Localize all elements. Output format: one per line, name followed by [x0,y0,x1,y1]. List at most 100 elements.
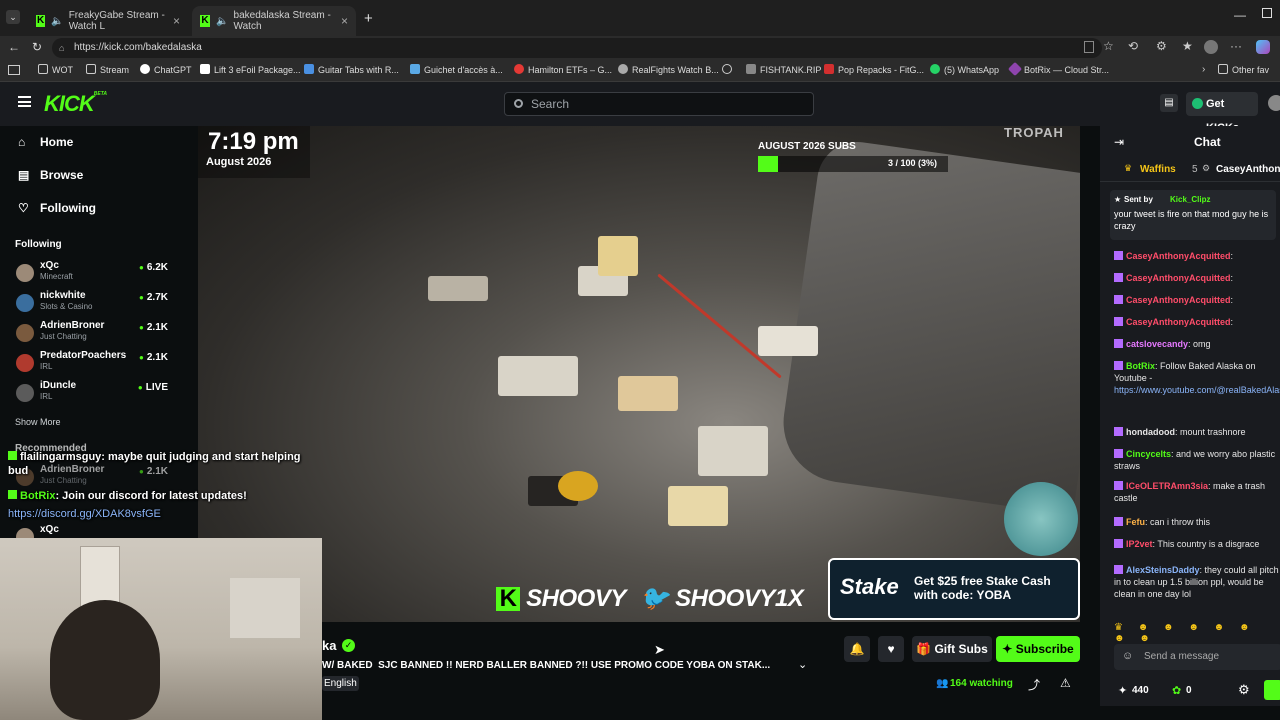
kicks-count: 440 [1132,685,1149,696]
pinned-user-name[interactable]: CaseyAnthony [1216,164,1280,175]
more-icon[interactable]: ··· [1230,39,1242,53]
points-icon: ✿ [1172,685,1182,697]
chat-settings-icon[interactable]: ⚙ [1238,682,1250,698]
get-kicks-button[interactable]: Get KICKs [1186,92,1258,134]
show-more-link[interactable]: Show More [15,417,61,427]
site-info-icon[interactable]: ⌂ [59,38,64,58]
library-icon[interactable]: ▤ [1160,94,1178,112]
gift-subs-button[interactable]: 🎁 Gift Subs [912,636,992,662]
chat-send-button[interactable] [1264,680,1280,700]
following-channel-xqc[interactable]: xQc Minecraft 6.2K [16,260,168,290]
follow-button[interactable]: ♥ [878,636,904,662]
chat-username[interactable]: AlexSteinsDaddy [1126,565,1200,575]
language-tag[interactable]: English [322,676,359,691]
maximize-button[interactable] [1262,8,1272,18]
emote-picker-icon[interactable]: ☺ [1122,650,1133,662]
collections-icon[interactable] [8,65,20,75]
kick-logo[interactable]: KICKBETA [44,91,107,117]
chat-username[interactable]: CaseyAnthonyAcquitted [1126,251,1231,261]
watermark: TROPAH [1004,126,1064,140]
bookmark-guitar-tabs[interactable]: Guitar Tabs with R... [304,64,399,75]
bookmark-wot[interactable]: WOT [38,64,73,75]
pinned-user-name[interactable]: Waffins [1140,164,1176,175]
notifications-button[interactable]: 🔔 [844,636,870,662]
subscribe-button[interactable]: ✦ Subscribe [996,636,1080,662]
chat-username[interactable]: hondadood [1126,427,1175,437]
bookmark-globe[interactable] [722,64,736,75]
chat-username[interactable]: Cincycelts [1126,449,1171,459]
nav-following[interactable]: ♡ Following [18,201,96,215]
video-player[interactable]: 7:19 pm August 2026 TROPAH AUGUST 2026 S… [198,126,1080,622]
search-icon [514,99,523,108]
profile-icon[interactable] [1204,40,1218,54]
chat-badge-icon [1114,317,1123,326]
extension-icon[interactable]: ⚙ [1156,39,1167,53]
report-icon[interactable]: ⚠ [1060,676,1071,690]
nav-browse[interactable]: ▤ Browse [18,168,83,182]
bookmark-guichet[interactable]: Guichet d'accès à... [410,64,503,75]
following-channel-nickwhite[interactable]: nickwhite Slots & Casino 2.7K [16,290,168,320]
chat-text: : omg [1188,339,1211,349]
chat-username[interactable]: BotRix [1126,361,1155,371]
bookmark-chatgpt[interactable]: ChatGPT [140,64,192,75]
bookmark-fishtank[interactable]: FISHTANK.RIP [746,64,821,75]
chat-username[interactable]: Fefu [1126,517,1145,527]
folder-icon [86,64,96,74]
menu-icon[interactable] [18,96,31,107]
chat-username[interactable]: ICeOLETRAmn3sia [1126,481,1208,491]
kick-favicon-icon: K [36,15,46,27]
chat-username[interactable]: CaseyAnthonyAcquitted [1126,317,1231,327]
browse-icon: ▤ [18,168,30,182]
url-field[interactable]: ⌂ https://kick.com/bakedalaska [52,38,1102,58]
chat-text: https://www.youtube.com/@realBakedAlaska [1114,385,1280,395]
chat-message: CaseyAnthonyAcquitted: [1114,272,1280,284]
copilot-icon[interactable] [1256,40,1270,54]
chat-username[interactable]: IP2vet [1126,539,1153,549]
shoovy-twitter-handle: SHOOVY1X [675,585,804,612]
chat-username[interactable]: CaseyAnthonyAcquitted [1126,273,1231,283]
chat-input[interactable]: ☺ Send a message [1114,644,1280,670]
nav-home[interactable]: ⌂ Home [18,135,73,149]
bookmark-lift[interactable]: Lift 3 eFoil Package... [200,64,301,75]
chat-username[interactable]: CaseyAnthonyAcquitted [1126,295,1231,305]
share-icon[interactable]: ⤴ [1028,676,1040,693]
bookmark-hamilton[interactable]: Hamilton ETFs – G... [514,64,612,75]
bookmark-pop-repacks[interactable]: Pop Repacks - FitG... [824,64,924,75]
pin-icon: ★ [1114,195,1122,204]
search-input[interactable]: Search [504,92,814,116]
back-icon[interactable]: ← [8,40,20,54]
chevron-right-icon[interactable]: › [1202,64,1205,75]
tab-freakygabe[interactable]: K 🔈 FreakyGabe Stream - Watch L × [28,6,188,36]
gear-icon: ⚙ [1202,163,1211,173]
stream-title: W/ BAKED SJC BANNED !! NERD BALLER BANNE… [322,660,771,671]
following-channel-predatorpoachers[interactable]: PredatorPoachers IRL 2.1K [16,350,168,380]
tab-actions-icon[interactable]: ⌄ [6,10,20,24]
bookmark-whatsapp[interactable]: (5) WhatsApp [930,64,999,75]
bookmark-stream[interactable]: Stream [86,64,129,75]
following-channel-adrienbroner[interactable]: AdrienBroner Just Chatting 2.1K [16,320,168,350]
bookmark-realfights[interactable]: RealFights Watch B... [618,64,719,75]
favorites-icon[interactable]: ★ [1182,39,1193,53]
following-channel-iduncle[interactable]: iDuncle IRL LIVE [16,380,168,410]
close-icon[interactable]: × [173,14,180,28]
extensions-icon[interactable]: ⟲ [1128,39,1138,53]
bookmark-other-favorites[interactable]: Other fav [1218,64,1269,75]
tab-label: bakedalaska Stream - Watch [233,10,331,32]
chat-text: : mount trashnore [1175,427,1246,437]
reader-icon[interactable] [1084,41,1094,53]
tab-bakedalaska[interactable]: K 🔈 bakedalaska Stream - Watch × [192,6,356,36]
chat-username[interactable]: catslovecandy [1126,339,1188,349]
channel-name[interactable]: ka [322,638,336,653]
minimize-button[interactable]: — [1234,8,1246,22]
reload-icon[interactable]: ↻ [32,40,42,54]
collapse-chat-icon[interactable]: ⇥ [1114,135,1124,149]
overlay-chat-badge-icon [8,451,17,460]
bookmark-botrix[interactable]: BotRix — Cloud Str... [1007,61,1109,77]
close-icon[interactable]: × [341,14,348,28]
chevron-down-icon[interactable]: ⌄ [798,658,807,671]
speaker-icon: 🔈 [51,15,64,27]
user-avatar[interactable] [1268,95,1280,111]
new-tab-button[interactable]: + [364,10,373,27]
globe-overlay-icon [1004,482,1078,556]
star-icon[interactable]: ☆ [1103,39,1114,53]
